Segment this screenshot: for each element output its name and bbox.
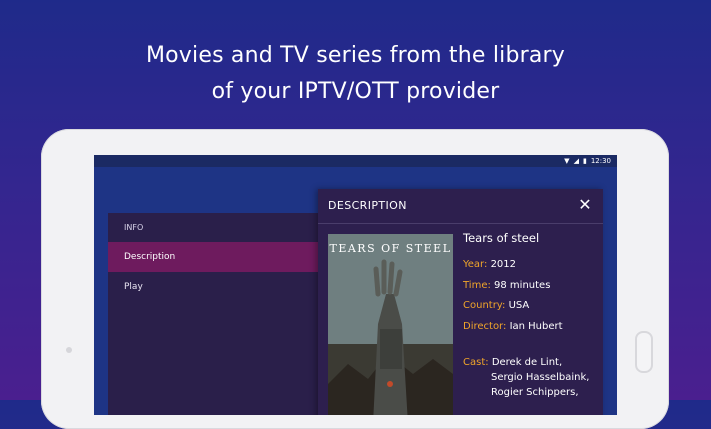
info-value: USA: [508, 300, 530, 311]
menu-item-description[interactable]: Description: [108, 242, 338, 272]
dialog-header: DESCRIPTION ✕: [318, 189, 603, 224]
cast-member: Derek de Lint,: [491, 357, 563, 368]
info-value: 98 minutes: [494, 279, 551, 291]
info-label: Year:: [463, 259, 488, 270]
info-row-year: Year: 2012: [463, 255, 598, 276]
battery-icon: ▮: [582, 157, 587, 165]
info-label: Cast:: [463, 357, 489, 368]
promo-headline: Movies and TV series from the library of…: [0, 38, 711, 110]
close-button[interactable]: ✕: [575, 195, 595, 215]
movie-title: Tears of steel: [463, 231, 540, 245]
info-label: Time:: [463, 279, 491, 291]
tablet-camera: [66, 347, 72, 353]
info-row-director: Director: Ian Hubert: [463, 317, 598, 338]
info-value: Ian Hubert: [509, 320, 563, 332]
cast-member: Rogier Schippers,: [491, 387, 579, 398]
menu-item-label: Description: [124, 252, 176, 262]
menu-item-label: Play: [124, 282, 143, 292]
dialog-title: DESCRIPTION: [328, 199, 407, 212]
cast-member: Sergio Hasselbaink,: [491, 372, 590, 383]
info-value: 2012: [490, 259, 517, 270]
tablet-screen: ▼ ◢ ▮ 12:30 INFO Description Play DESCRI…: [94, 155, 617, 415]
poster-artwork: [328, 234, 453, 415]
headline-line-2: of your IPTV/OTT provider: [211, 79, 500, 104]
app-background: INFO Description Play DESCRIPTION ✕ TEAR…: [94, 167, 617, 415]
menu-item-label: INFO: [124, 223, 144, 232]
info-row-time: Time: 98 minutes: [463, 276, 598, 297]
menu-item-play[interactable]: Play: [108, 272, 338, 302]
description-dialog: DESCRIPTION ✕ TEARS OF STEEL Tears of st…: [318, 189, 603, 415]
wifi-icon: ▼: [564, 157, 570, 165]
info-label: Director:: [463, 320, 507, 332]
status-bar: ▼ ◢ ▮ 12:30: [94, 155, 617, 167]
info-label: Country:: [463, 300, 506, 311]
movie-poster: TEARS OF STEEL: [328, 234, 453, 415]
info-row-cast: Cast: Derek de Lint,: [463, 355, 598, 370]
tablet-home-button: [635, 331, 653, 373]
info-row-country: Country: USA: [463, 296, 598, 317]
menu-item-info[interactable]: INFO: [108, 213, 338, 242]
signal-icon: ◢: [573, 157, 579, 165]
headline-line-1: Movies and TV series from the library: [145, 43, 566, 68]
close-icon: ✕: [578, 195, 592, 214]
status-time: 12:30: [590, 157, 611, 165]
movie-info: Tears of steel Year: 2012 Time: 98 minut…: [463, 231, 598, 400]
poster-title: TEARS OF STEEL: [329, 242, 452, 255]
side-menu: INFO Description Play: [108, 213, 338, 415]
